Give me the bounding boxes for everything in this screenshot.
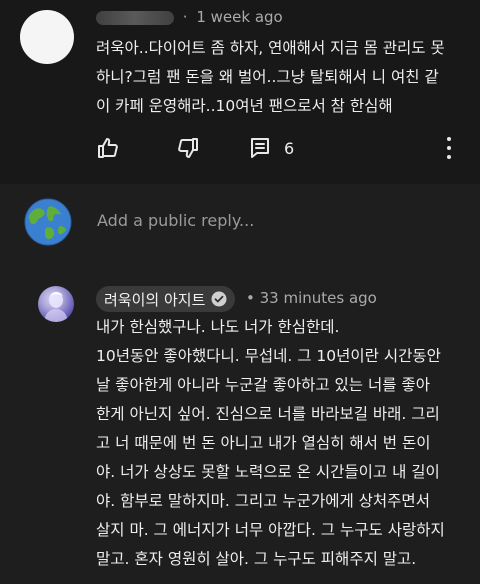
like-icon xyxy=(98,138,118,158)
more-vert-icon xyxy=(446,137,452,159)
comment-text: 려욱아..다이어트 좀 하자, 연애해서 지금 몸 관리도 못 하니?그럼 팬 … xyxy=(96,34,466,121)
reply-text: 내가 한심했구나. 나도 너가 한심한데. 10년동안 좋아했다니. 무섭네. … xyxy=(96,313,456,574)
reply-line: 야. 너가 상상도 못할 노력으로 온 시간들이고 내 길이 xyxy=(96,463,440,481)
reply-line: 야. 함부로 말하지마. 그리고 누군가에게 상처주면서 xyxy=(96,492,430,510)
reply-input[interactable]: Add a public reply... xyxy=(97,211,254,230)
comment-actions: 6 xyxy=(96,134,466,162)
author-pill[interactable]: 려욱이의 아지트 xyxy=(96,286,236,312)
reply-author: 려욱이의 아지트 xyxy=(104,290,206,309)
reply-count: 6 xyxy=(284,138,295,158)
globe-icon xyxy=(24,198,72,246)
reply-line: 살지 마. 그 에너지가 너무 아깝다. 그 누구도 사랑하지 xyxy=(96,521,445,539)
dislike-button[interactable] xyxy=(176,134,200,162)
comment-line: 려욱아..다이어트 좀 하자, 연애해서 지금 몸 관리도 못 xyxy=(96,39,445,57)
reply-avatar[interactable] xyxy=(38,286,74,322)
reply-icon xyxy=(251,138,269,158)
blurred-username xyxy=(96,10,174,25)
reply-line: 10년동안 좋아했다니. 무섭네. 그 10년이란 시간동안 xyxy=(96,347,441,365)
creator-reply: 려욱이의 아지트 • 33 minutes ago 내가 한심했구나. 나도 너… xyxy=(0,266,480,584)
replies-button[interactable]: 6 xyxy=(250,134,294,162)
comment-time[interactable]: 1 week ago xyxy=(196,8,282,26)
avatar-figure xyxy=(44,291,68,322)
parent-comment: · 1 week ago 려욱아..다이어트 좀 하자, 연애해서 지금 몸 관… xyxy=(0,0,480,184)
reply-line: 내가 한심했구나. 나도 너가 한심한데. xyxy=(96,318,340,336)
comment-line: 하니?그럼 팬 돈을 왜 벌어..그냥 탈퇴해서 니 여친 같 xyxy=(96,68,439,86)
comment-line: 이 카페 운영해라..10여년 팬으로서 참 한심해 xyxy=(96,97,393,115)
verified-check-icon xyxy=(211,291,227,307)
like-button[interactable] xyxy=(96,134,120,162)
reply-line: 고 너 때문에 번 돈 아니고 내가 열심히 해서 번 돈이 xyxy=(96,434,431,452)
reply-line: 한게 아닌지 싶어. 진심으로 너를 바라보길 바래. 그리 xyxy=(96,405,440,423)
reply-line: 날 좋아한게 아니라 누군갈 좋아하고 있는 너를 좋아 xyxy=(96,376,430,394)
more-options-button[interactable] xyxy=(446,137,452,159)
reply-line: 말고. 혼자 영원히 살아. 그 누구도 피해주지 말고. xyxy=(96,550,417,568)
reply-time[interactable]: • 33 minutes ago xyxy=(246,289,377,307)
reply-input-row[interactable]: Add a public reply... xyxy=(0,184,480,266)
comment-meta: · 1 week ago xyxy=(96,8,283,26)
dislike-icon xyxy=(178,138,198,158)
commenter-avatar[interactable] xyxy=(20,10,74,64)
